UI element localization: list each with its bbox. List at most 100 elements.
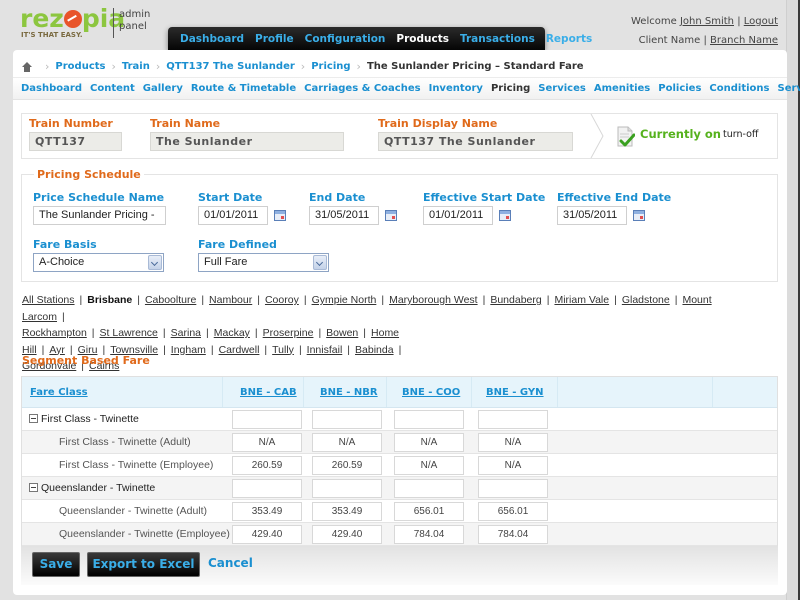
station-maryborough-west[interactable]: Maryborough West [389, 294, 478, 306]
subnav-content[interactable]: Content [90, 83, 135, 94]
fare-input-bne-nbr[interactable] [312, 479, 382, 498]
topnav-transactions[interactable]: Transactions [460, 33, 535, 45]
calendar-icon[interactable] [274, 210, 286, 221]
user-name-link[interactable]: John Smith [680, 16, 734, 27]
fare-input-bne-cab[interactable]: 260.59 [232, 456, 302, 475]
fare-input-bne-gyn[interactable]: 656.01 [478, 502, 548, 521]
start-date-input[interactable]: 01/01/2011 [198, 206, 268, 225]
column-header-bne-gyn[interactable]: BNE - GYN [486, 387, 544, 398]
fare-class-header[interactable]: Fare Class [30, 387, 88, 398]
fare-input-bne-nbr[interactable]: N/A [312, 433, 382, 452]
station-gympie-north[interactable]: Gympie North [312, 294, 377, 306]
fare-input-bne-gyn[interactable]: 784.04 [478, 525, 548, 544]
station-mackay[interactable]: Mackay [214, 327, 250, 339]
fare-input-bne-cab[interactable] [232, 479, 302, 498]
subnav-route-and-timetable[interactable]: Route & Timetable [191, 83, 296, 94]
export-to-excel-button[interactable]: Export to Excel [87, 552, 200, 577]
fare-input-bne-coo[interactable]: 784.04 [394, 525, 464, 544]
logout-link[interactable]: Logout [744, 16, 778, 27]
station-proserpine[interactable]: Proserpine [263, 327, 314, 339]
collapse-icon[interactable] [29, 414, 38, 423]
end-date-input[interactable]: 31/05/2011 [309, 206, 379, 225]
fare-input-bne-gyn[interactable]: N/A [478, 433, 548, 452]
station-tully[interactable]: Tully [272, 344, 294, 356]
calendar-icon[interactable] [499, 210, 511, 221]
station-st-lawrence[interactable]: St Lawrence [100, 327, 158, 339]
fare-defined-select[interactable]: Full Fare [198, 253, 329, 272]
fare-input-bne-coo[interactable]: N/A [394, 456, 464, 475]
fare-input-bne-coo[interactable] [394, 410, 464, 429]
station-cooroy[interactable]: Cooroy [265, 294, 299, 306]
breadcrumb-qtt137-the-sunlander[interactable]: QTT137 The Sunlander [166, 61, 295, 72]
rezopia-logo[interactable]: rez pia IT'S THAT EASY. [20, 6, 125, 40]
topnav-reports[interactable]: Reports [546, 33, 592, 45]
chevron-down-icon[interactable] [313, 255, 327, 270]
fare-input-bne-cab[interactable]: N/A [232, 433, 302, 452]
subnav-pricing[interactable]: Pricing [491, 83, 530, 94]
topnav-profile[interactable]: Profile [255, 33, 294, 45]
chevron-down-icon[interactable] [148, 255, 162, 270]
station-miriam-vale[interactable]: Miriam Vale [554, 294, 609, 306]
station-bundaberg[interactable]: Bundaberg [490, 294, 541, 306]
subnav-service-messages[interactable]: Service Messages [778, 83, 800, 94]
subnav-conditions[interactable]: Conditions [709, 83, 769, 94]
save-button[interactable]: Save [32, 552, 80, 577]
station-rockhampton[interactable]: Rockhampton [22, 327, 87, 339]
topnav-configuration[interactable]: Configuration [305, 33, 386, 45]
station-separator: | [546, 294, 550, 306]
calendar-icon[interactable] [385, 210, 397, 221]
station-caboolture[interactable]: Caboolture [145, 294, 196, 306]
fare-group-label[interactable]: Queenslander - Twinette [29, 482, 155, 494]
station-all-stations[interactable]: All Stations [22, 294, 75, 306]
fare-input-bne-gyn[interactable] [478, 410, 548, 429]
topnav-dashboard[interactable]: Dashboard [180, 33, 244, 45]
fare-input-bne-cab[interactable] [232, 410, 302, 429]
turn-off-toggle[interactable]: turn-off [723, 129, 758, 140]
subnav-services[interactable]: Services [538, 83, 586, 94]
subnav-gallery[interactable]: Gallery [143, 83, 183, 94]
station-cardwell[interactable]: Cardwell [219, 344, 260, 356]
breadcrumb-pricing[interactable]: Pricing [311, 61, 350, 72]
breadcrumb-products[interactable]: Products [55, 61, 105, 72]
column-header-bne-coo[interactable]: BNE - COO [402, 387, 460, 398]
fare-input-bne-cab[interactable]: 429.40 [232, 525, 302, 544]
fare-input-bne-nbr[interactable]: 429.40 [312, 525, 382, 544]
fare-input-bne-nbr[interactable] [312, 410, 382, 429]
subnav-inventory[interactable]: Inventory [429, 83, 483, 94]
column-header-bne-nbr[interactable]: BNE - NBR [320, 387, 378, 398]
station-babinda[interactable]: Babinda [355, 344, 394, 356]
subnav-dashboard[interactable]: Dashboard [21, 83, 82, 94]
fare-input-bne-cab[interactable]: 353.49 [232, 502, 302, 521]
fare-input-bne-gyn[interactable]: N/A [478, 456, 548, 475]
fare-basis-select[interactable]: A-Choice [33, 253, 164, 272]
home-icon[interactable] [21, 61, 33, 72]
station-gladstone[interactable]: Gladstone [622, 294, 670, 306]
cancel-link[interactable]: Cancel [208, 556, 253, 570]
station-brisbane-selected[interactable]: Brisbane [87, 294, 132, 306]
station-innisfail[interactable]: Innisfail [307, 344, 343, 356]
subnav-policies[interactable]: Policies [658, 83, 701, 94]
fare-group-label[interactable]: First Class - Twinette [29, 413, 139, 425]
price-schedule-name-input[interactable]: The Sunlander Pricing - [33, 206, 166, 225]
station-nambour[interactable]: Nambour [209, 294, 252, 306]
subnav-carriages-and-coaches[interactable]: Carriages & Coaches [304, 83, 420, 94]
station-bowen[interactable]: Bowen [326, 327, 358, 339]
breadcrumb-train[interactable]: Train [122, 61, 150, 72]
fare-input-bne-gyn[interactable] [478, 479, 548, 498]
fare-input-bne-nbr[interactable]: 353.49 [312, 502, 382, 521]
effective-end-date-input[interactable]: 31/05/2011 [557, 206, 627, 225]
calendar-icon[interactable] [633, 210, 645, 221]
collapse-icon[interactable] [29, 483, 38, 492]
subnav-amenities[interactable]: Amenities [594, 83, 650, 94]
station-sarina[interactable]: Sarina [171, 327, 201, 339]
topnav-products[interactable]: Products [396, 33, 449, 45]
fare-input-bne-coo[interactable]: N/A [394, 433, 464, 452]
fare-input-bne-nbr[interactable]: 260.59 [312, 456, 382, 475]
station-ingham[interactable]: Ingham [171, 344, 206, 356]
branch-name-link[interactable]: Branch Name [710, 35, 778, 46]
fare-input-bne-coo[interactable] [394, 479, 464, 498]
effective-start-date-input[interactable]: 01/01/2011 [423, 206, 493, 225]
fare-input-bne-coo[interactable]: 656.01 [394, 502, 464, 521]
column-header-bne-cab[interactable]: BNE - CAB [240, 387, 297, 398]
status-area: Currently on turn-off [587, 114, 779, 158]
